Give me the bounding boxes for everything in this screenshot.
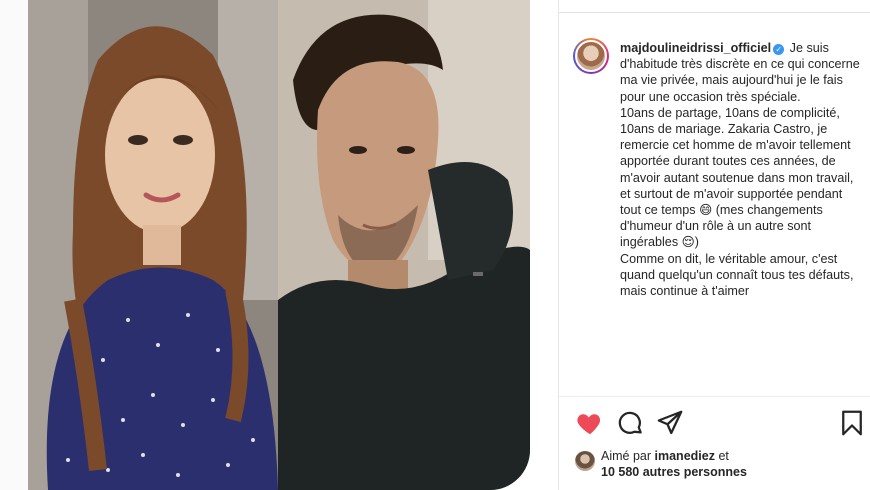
comment-icon[interactable]: [615, 408, 645, 438]
heart-filled-icon[interactable]: [575, 408, 605, 438]
liker-avatar[interactable]: [575, 451, 595, 471]
action-bar: [575, 408, 865, 440]
likes-count-link[interactable]: 10 580 autres personnes: [601, 464, 747, 480]
likes-text: Aimé par imanediez et 10 580 autres pers…: [601, 448, 747, 480]
username-link[interactable]: majdoulineidrissi_officiel: [620, 41, 771, 55]
bookmark-icon[interactable]: [837, 408, 867, 438]
send-icon[interactable]: [655, 408, 685, 438]
verified-badge-icon: ✓: [773, 44, 785, 55]
image-edge: [0, 0, 28, 490]
panel-divider-top: [559, 12, 870, 13]
avatar-image: [575, 40, 607, 72]
caption-paragraph-3: Comme on dit, le véritable amour, c'est …: [620, 251, 854, 299]
post-panel: majdoulineidrissi_officiel ✓ Je suis d'ha…: [558, 0, 870, 490]
post-caption: majdoulineidrissi_officiel ✓ Je suis d'ha…: [620, 40, 860, 382]
likes-suffix: et: [718, 449, 729, 463]
liker-username-link[interactable]: imanediez: [655, 449, 715, 463]
caption-paragraph-2: 10ans de partage, 10ans de complicité, 1…: [620, 105, 854, 250]
profile-avatar[interactable]: [573, 38, 609, 74]
actions-divider: [559, 396, 870, 397]
post-image[interactable]: [0, 0, 558, 490]
photo-woman: [28, 0, 278, 490]
photo-man: [278, 0, 530, 490]
likes-prefix: Aimé par: [601, 449, 652, 463]
